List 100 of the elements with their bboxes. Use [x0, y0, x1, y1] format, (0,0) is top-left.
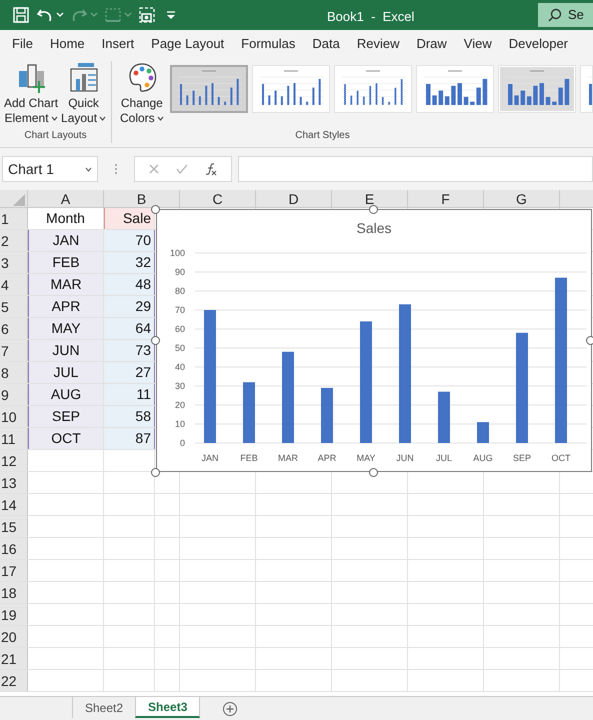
ribbon-tab[interactable]: Developer — [508, 34, 568, 54]
check-icon[interactable] — [174, 163, 189, 175]
table-cell[interactable]: JUL — [28, 362, 104, 383]
row-header[interactable]: 14 — [0, 494, 28, 515]
resize-handle[interactable] — [369, 468, 378, 477]
column-header[interactable]: A — [28, 190, 104, 207]
ribbon-tab[interactable]: Data — [312, 34, 340, 54]
row-header[interactable]: 13 — [0, 472, 28, 493]
table-cell[interactable]: 48 — [104, 274, 155, 295]
row-header[interactable]: 17 — [0, 560, 28, 581]
axis-tick-label: 70 — [174, 305, 185, 315]
row-header[interactable]: 20 — [0, 626, 28, 647]
axis-tick-label: 40 — [174, 362, 185, 372]
row-header[interactable]: 18 — [0, 582, 28, 603]
column-header[interactable]: G — [484, 190, 560, 207]
row-header[interactable]: 8 — [0, 362, 28, 383]
column-chart-icon — [500, 67, 574, 111]
chart-title: Sales — [355, 219, 393, 238]
table-cell[interactable]: SEP — [28, 406, 104, 427]
search-field[interactable]: Se — [538, 3, 593, 27]
column-header[interactable]: F — [408, 190, 484, 207]
bar — [243, 382, 255, 443]
axis-tick-label: OCT — [552, 453, 570, 463]
table-cell[interactable]: AUG — [28, 384, 104, 405]
axis-tick-label: SEP — [513, 453, 531, 463]
table-cell[interactable]: 70 — [104, 230, 155, 251]
table-cell[interactable]: 11 — [104, 384, 155, 405]
group-label: Chart Styles — [294, 129, 351, 143]
ribbon-button[interactable]: Quick Layout — [61, 61, 106, 126]
table-cell[interactable]: 87 — [104, 428, 155, 449]
row-header[interactable]: 4 — [0, 274, 28, 295]
axis-tick-label: MAR — [278, 453, 298, 463]
table-cell[interactable]: 58 — [104, 406, 155, 427]
table-cell[interactable]: 32 — [104, 252, 155, 273]
row-header[interactable]: 12 — [0, 450, 28, 471]
row-header[interactable]: 9 — [0, 384, 28, 405]
table-cell[interactable]: 29 — [104, 296, 155, 317]
row-header[interactable]: 7 — [0, 340, 28, 361]
table-cell[interactable]: MAR — [28, 274, 104, 295]
bar — [477, 422, 489, 443]
ribbon-tab[interactable]: Page Layout — [151, 34, 224, 54]
group-label: Chart Layouts — [23, 129, 88, 143]
chart-style-thumbnail[interactable] — [170, 65, 248, 113]
row-header[interactable]: 10 — [0, 406, 28, 427]
axis-tick-label: JAN — [202, 453, 218, 463]
caret-icon[interactable] — [56, 11, 64, 19]
row-header[interactable]: 16 — [0, 538, 28, 559]
search-icon — [548, 8, 562, 22]
drag-handle-icon[interactable] — [114, 162, 118, 176]
caret-icon — [85, 166, 92, 172]
axis-tick-label: 80 — [174, 286, 185, 296]
row-header[interactable]: 6 — [0, 318, 28, 339]
window-title: Book1 - Excel — [327, 8, 414, 26]
resize-handle[interactable] — [151, 468, 160, 477]
row-header[interactable]: 15 — [0, 516, 28, 537]
chart-area[interactable]: Sales 0 10 20 30 40 50 60 70 80 90 100 JAN FEB MAR APR MAY JUN JUL AUG SEP OCT — [156, 209, 592, 472]
ribbon-tab[interactable]: File — [12, 34, 33, 54]
table-cell[interactable]: JAN — [28, 230, 104, 251]
table-cell[interactable]: 27 — [104, 362, 155, 383]
formula-field[interactable] — [238, 156, 593, 182]
ribbon-tab[interactable]: Formulas — [241, 34, 296, 54]
row-header[interactable]: 22 — [0, 670, 28, 691]
table-cell[interactable]: 73 — [104, 340, 155, 361]
ribbon-tab[interactable]: Insert — [102, 34, 134, 54]
axis-tick-label: JUL — [436, 453, 452, 463]
column-header[interactable]: C — [180, 190, 256, 207]
row-header[interactable]: 11 — [0, 428, 28, 449]
axis-tick-label: AUG — [473, 453, 493, 463]
camera-icon[interactable] — [138, 6, 156, 24]
column-header[interactable]: D — [256, 190, 332, 207]
table-cell[interactable]: 64 — [104, 318, 155, 339]
table-cell[interactable]: MAY — [28, 318, 104, 339]
ribbon-tab[interactable]: View — [464, 34, 492, 54]
row-header[interactable]: 1 — [0, 208, 28, 229]
table-cell[interactable]: JUN — [28, 340, 104, 361]
ribbon-tab[interactable]: Home — [50, 34, 85, 54]
row-header[interactable]: 21 — [0, 648, 28, 669]
ribbon-button[interactable]: Change Colors — [120, 61, 164, 126]
add-sheet-icon[interactable] — [222, 701, 238, 717]
row-header[interactable]: 3 — [0, 252, 28, 273]
axis-tick-label: 90 — [174, 267, 185, 277]
table-cell[interactable]: FEB — [28, 252, 104, 273]
ribbon-button[interactable]: Add Chart Element — [4, 61, 58, 126]
table-cell[interactable]: OCT — [28, 428, 104, 449]
ribbon-tab[interactable]: Draw — [416, 34, 447, 54]
axis-tick-label: 30 — [174, 381, 185, 391]
sheet-tab[interactable]: Sheet3 — [135, 697, 200, 718]
chart-layout-icon — [68, 61, 100, 93]
table-cell[interactable]: Sale — [104, 208, 155, 229]
axis-tick-label: MAY — [356, 453, 376, 463]
table-cell[interactable]: APR — [28, 296, 104, 317]
ribbon-tab[interactable]: Review — [356, 34, 400, 54]
function-icon[interactable] — [204, 162, 218, 176]
name-box[interactable]: Chart 1 — [2, 156, 98, 182]
row-header[interactable]: 5 — [0, 296, 28, 317]
caret-icon — [50, 115, 58, 122]
axis-tick-label: 100 — [170, 248, 185, 258]
row-header[interactable]: 2 — [0, 230, 28, 251]
axis-tick-label: 0 — [180, 438, 185, 448]
row-header[interactable]: 19 — [0, 604, 28, 625]
